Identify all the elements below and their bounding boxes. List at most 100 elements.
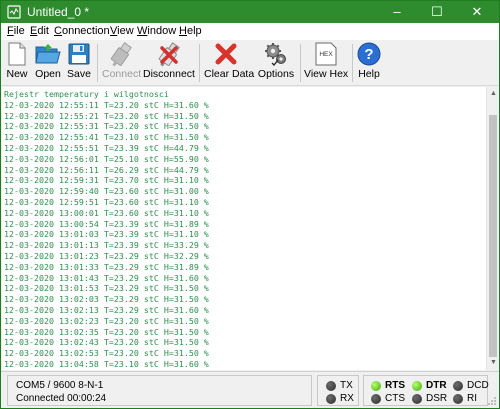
hex-document-icon: HEX bbox=[315, 42, 337, 66]
menu-file-mnemonic: F bbox=[7, 25, 14, 37]
menu-help-label: elp bbox=[186, 25, 202, 37]
app-window: Untitled_0 * – ☐ ✕ File Edit Connection … bbox=[0, 0, 500, 409]
terminal-line: 12-03-2020 13:00:54 T=23.39 stC H=31.89 … bbox=[4, 218, 209, 229]
menu-connection-label: onnection bbox=[61, 25, 110, 37]
scroll-down-arrow-icon[interactable]: ▼ bbox=[487, 356, 500, 370]
clear-x-icon bbox=[215, 43, 237, 65]
disconnect-label: Disconnect bbox=[143, 68, 195, 80]
dsr-led-icon bbox=[412, 394, 422, 404]
terminal-line: 12-03-2020 13:02:23 T=23.20 stC H=31.50 … bbox=[4, 315, 209, 326]
menu-view[interactable]: View bbox=[110, 25, 134, 37]
menu-window-mnemonic: W bbox=[137, 25, 148, 37]
dcd-label: DCD bbox=[467, 380, 489, 391]
maximize-button[interactable]: ☐ bbox=[417, 1, 457, 23]
open-folder-icon bbox=[35, 44, 61, 64]
save-label: Save bbox=[67, 68, 91, 80]
terminal-line: 12-03-2020 12:55:21 T=23.20 stC H=31.50 … bbox=[4, 110, 209, 121]
dcd-led-icon bbox=[453, 381, 463, 391]
rx-label: RX bbox=[340, 393, 354, 404]
options-button[interactable]: Options bbox=[256, 40, 296, 86]
terminal-line: 12-03-2020 12:55:51 T=23.39 stC H=44.79 … bbox=[4, 143, 209, 153]
menu-bar: File Edit Connection View Window Help bbox=[1, 23, 499, 40]
menu-file[interactable]: File bbox=[7, 25, 25, 37]
new-label: New bbox=[6, 68, 28, 80]
terminal-line: 12-03-2020 13:00:01 T=23.60 stC H=31.10 … bbox=[4, 207, 209, 218]
menu-edit[interactable]: Edit bbox=[30, 25, 49, 37]
toolbar-separator bbox=[97, 44, 98, 82]
view-hex-label: View Hex bbox=[304, 68, 349, 80]
ri-label: RI bbox=[467, 393, 477, 404]
open-label: Open bbox=[35, 68, 61, 80]
save-button[interactable]: Save bbox=[65, 40, 93, 86]
terminal-line: 12-03-2020 13:01:03 T=23.39 stC H=31.10 … bbox=[4, 229, 209, 240]
menu-file-label: ile bbox=[13, 25, 25, 37]
menu-help[interactable]: Help bbox=[179, 25, 202, 37]
open-button[interactable]: Open bbox=[33, 40, 63, 86]
rx-led-icon bbox=[326, 394, 336, 404]
status-bar: COM5 / 9600 8-N-1 Connected 00:00:24 TX … bbox=[1, 371, 499, 408]
tx-led-icon bbox=[326, 381, 336, 391]
terminal-line: 12-03-2020 13:01:13 T=23.39 stC H=33.29 … bbox=[4, 240, 209, 251]
svg-text:?: ? bbox=[364, 46, 373, 63]
help-label: Help bbox=[358, 68, 380, 80]
terminal-line: 12-03-2020 12:55:41 T=23.10 stC H=31.50 … bbox=[4, 132, 209, 143]
new-button[interactable]: New bbox=[4, 40, 30, 86]
terminal-header-line: Rejestr temperatury i wilgotnosci bbox=[4, 89, 169, 99]
terminal-line: 12-03-2020 12:59:40 T=23.60 stC H=31.00 … bbox=[4, 186, 209, 197]
minimize-button[interactable]: – bbox=[377, 1, 417, 23]
gear-icon bbox=[265, 43, 286, 66]
close-button[interactable]: ✕ bbox=[457, 1, 497, 23]
terminal-line: 12-03-2020 13:01:43 T=23.29 stC H=31.60 … bbox=[4, 272, 209, 283]
help-button[interactable]: ? Help bbox=[356, 40, 382, 86]
toolbar-separator bbox=[352, 44, 353, 82]
connection-status-panel: COM5 / 9600 8-N-1 Connected 00:00:24 bbox=[7, 375, 312, 406]
terminal-line: 12-03-2020 12:55:31 T=23.20 stC H=31.50 … bbox=[4, 121, 209, 132]
toolbar: New Open Save Connect Disconnect Clear D… bbox=[1, 40, 499, 86]
floppy-disk-icon bbox=[68, 43, 90, 65]
menu-connection[interactable]: Connection bbox=[54, 25, 110, 37]
title-bar[interactable]: Untitled_0 * – ☐ ✕ bbox=[1, 1, 499, 23]
terminal-line: 12-03-2020 13:02:53 T=23.20 stC H=31.50 … bbox=[4, 348, 209, 359]
toolbar-separator bbox=[199, 44, 200, 82]
terminal-line: 12-03-2020 12:56:11 T=26.29 stC H=44.79 … bbox=[4, 164, 209, 175]
disconnect-button[interactable]: Disconnect bbox=[143, 40, 195, 86]
connect-button[interactable]: Connect bbox=[102, 40, 142, 86]
port-settings-text: COM5 / 9600 8-N-1 bbox=[16, 380, 104, 391]
terminal-output[interactable]: Rejestr temperatury i wilgotnosci 12-03-2… bbox=[2, 87, 486, 370]
line-status-indicators: RTS CTS DTR DSR DCD RI bbox=[363, 375, 489, 406]
app-icon bbox=[7, 5, 21, 19]
terminal-line: 12-03-2020 13:04:58 T=23.10 stC H=31.60 … bbox=[4, 359, 209, 369]
ri-led-icon bbox=[453, 394, 463, 404]
new-file-icon bbox=[8, 42, 26, 66]
view-hex-button[interactable]: HEX View Hex bbox=[304, 40, 348, 86]
hex-badge: HEX bbox=[319, 51, 333, 58]
terminal-line: 12-03-2020 12:56:01 T=25.10 stC H=55.90 … bbox=[4, 153, 209, 164]
cts-led-icon bbox=[371, 394, 381, 404]
resize-grip-icon[interactable] bbox=[487, 396, 497, 406]
disconnect-plug-icon bbox=[158, 42, 180, 67]
menu-view-label: iew bbox=[117, 25, 134, 37]
connection-time-text: Connected 00:00:24 bbox=[16, 393, 107, 404]
rts-led-icon bbox=[371, 381, 381, 391]
terminal-line: 12-03-2020 13:02:13 T=23.29 stC H=31.60 … bbox=[4, 305, 209, 315]
clear-data-button[interactable]: Clear Data bbox=[204, 40, 255, 86]
terminal-line: 12-03-2020 13:02:35 T=23.20 stC H=31.50 … bbox=[4, 326, 209, 337]
toolbar-separator bbox=[300, 44, 301, 82]
menu-edit-label: dit bbox=[37, 25, 49, 37]
options-label: Options bbox=[257, 68, 295, 80]
scroll-thumb[interactable] bbox=[489, 115, 497, 357]
terminal-line: 12-03-2020 13:02:03 T=23.29 stC H=31.50 … bbox=[4, 294, 209, 305]
scroll-up-arrow-icon[interactable]: ▲ bbox=[487, 87, 500, 101]
clear-data-label: Clear Data bbox=[204, 68, 255, 80]
help-question-icon: ? bbox=[357, 42, 381, 66]
connect-label: Connect bbox=[102, 68, 142, 80]
window-title: Untitled_0 * bbox=[27, 5, 90, 19]
vertical-scrollbar[interactable]: ▲ ▼ bbox=[486, 87, 499, 370]
terminal-line: 12-03-2020 13:01:53 T=23.29 stC H=31.50 … bbox=[4, 283, 209, 294]
menu-connection-mnemonic: C bbox=[54, 25, 62, 37]
dtr-led-icon bbox=[412, 381, 422, 391]
cts-label: CTS bbox=[385, 393, 405, 404]
terminal-line: 12-03-2020 12:59:51 T=23.60 stC H=31.10 … bbox=[4, 197, 209, 207]
tx-label: TX bbox=[340, 380, 353, 391]
menu-window[interactable]: Window bbox=[137, 25, 176, 37]
